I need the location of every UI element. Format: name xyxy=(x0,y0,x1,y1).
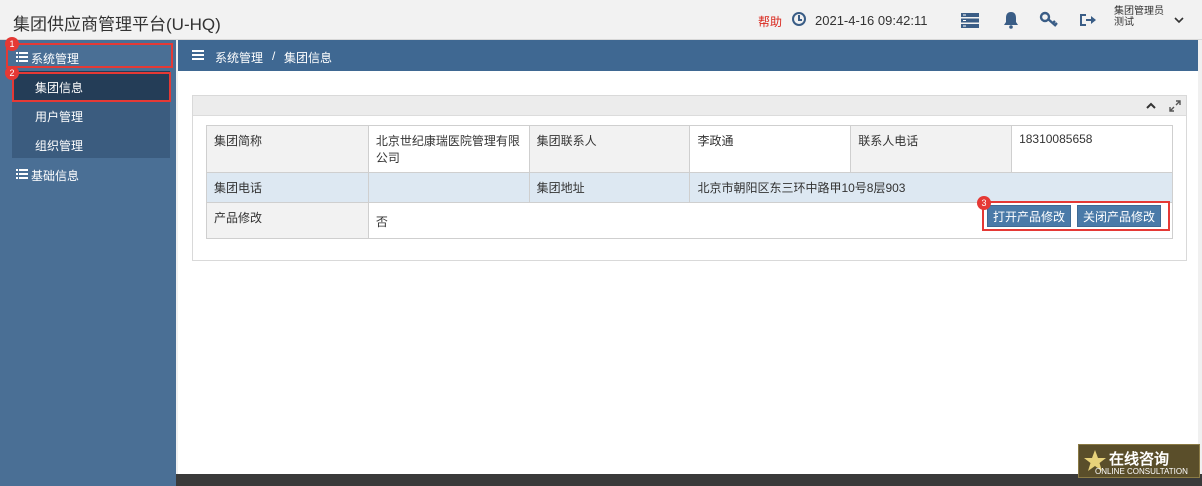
sidebar-item-label: 组织管理 xyxy=(35,139,84,153)
key-icon[interactable] xyxy=(1039,10,1059,30)
user-menu[interactable]: 集团管理员 测试 xyxy=(1114,6,1164,28)
field-value: 北京世纪康瑞医院管理有限公司 xyxy=(367,125,530,173)
breadcrumb-level2: 集团信息 xyxy=(284,51,333,65)
field-value xyxy=(367,172,530,203)
expand-icon[interactable] xyxy=(1168,99,1182,113)
server-icon[interactable] xyxy=(960,10,980,30)
sidebar-subitem-org-mgmt[interactable]: 组织管理 xyxy=(12,129,170,158)
bell-icon[interactable] xyxy=(1001,10,1021,30)
field-label: 集团电话 xyxy=(206,172,369,203)
annotation-badge-1: 1 xyxy=(5,37,19,51)
clock-icon xyxy=(792,12,806,26)
group-info-panel: 集团简称 北京世纪康瑞医院管理有限公司 集团联系人 李政通 联系人电话 1831… xyxy=(192,95,1187,261)
sidebar-item-label: 基础信息 xyxy=(31,169,80,183)
annotation-badge-3: 3 xyxy=(977,196,991,210)
sidebar-subitem-user-mgmt[interactable]: 用户管理 xyxy=(12,100,170,129)
field-value: 北京市朝阳区东三环中路甲10号8层903 xyxy=(689,172,1173,203)
logout-icon[interactable] xyxy=(1078,10,1098,30)
main-content: 系统管理 / 集团信息 集团简称 北京世纪康瑞医院管理有限公司 集团联系人 李政… xyxy=(178,40,1198,474)
sidebar: 系统管理 集团信息 用户管理 组织管理 基础信息 xyxy=(0,40,176,486)
field-label: 集团联系人 xyxy=(528,125,691,173)
sidebar-item-label: 用户管理 xyxy=(35,110,84,124)
collapse-icon[interactable] xyxy=(1144,99,1158,113)
app-title: 集团供应商管理平台(U-HQ) xyxy=(13,15,221,34)
user-name-line2: 测试 xyxy=(1114,17,1134,28)
list-icon xyxy=(16,169,28,179)
sidebar-item-basic-info[interactable]: 基础信息 xyxy=(0,159,176,187)
field-label: 集团简称 xyxy=(206,125,369,173)
highlight-box-2 xyxy=(12,72,171,102)
breadcrumb-level1[interactable]: 系统管理 xyxy=(215,49,263,66)
panel-header xyxy=(193,96,1186,116)
field-value: 18310085658 xyxy=(1011,125,1173,173)
chevron-down-icon[interactable] xyxy=(1174,14,1184,24)
field-label: 集团地址 xyxy=(528,172,691,203)
highlight-box-1 xyxy=(6,43,173,68)
datetime-display: 2021-4-16 09:42:11 xyxy=(815,13,928,28)
top-bar: 集团供应商管理平台(U-HQ) 帮助 2021-4-16 09:42:11 集团… xyxy=(0,0,1202,40)
help-link[interactable]: 帮助 xyxy=(758,13,782,30)
menu-toggle-icon[interactable] xyxy=(192,50,204,60)
table-row: 集团电话 集团地址 北京市朝阳区东三环中路甲10号8层903 xyxy=(206,172,1173,203)
field-label: 联系人电话 xyxy=(850,125,1013,173)
field-label: 产品修改 xyxy=(206,202,369,239)
annotation-badge-2: 2 xyxy=(5,66,19,80)
breadcrumb: 系统管理 / 集团信息 xyxy=(178,40,1198,71)
user-name-line1: 集团管理员 xyxy=(1114,6,1164,17)
consult-title: 在线咨询 xyxy=(1109,451,1170,468)
consult-subtitle: ONLINE CONSULTATION xyxy=(1095,467,1188,476)
field-value: 李政通 xyxy=(689,125,852,173)
bottom-strip xyxy=(176,474,1202,486)
breadcrumb-separator: / xyxy=(272,49,276,63)
online-consult-widget[interactable]: 在线咨询 ONLINE CONSULTATION xyxy=(1078,444,1200,478)
table-row: 集团简称 北京世纪康瑞医院管理有限公司 集团联系人 李政通 联系人电话 1831… xyxy=(206,125,1173,173)
highlight-box-3 xyxy=(982,201,1170,231)
